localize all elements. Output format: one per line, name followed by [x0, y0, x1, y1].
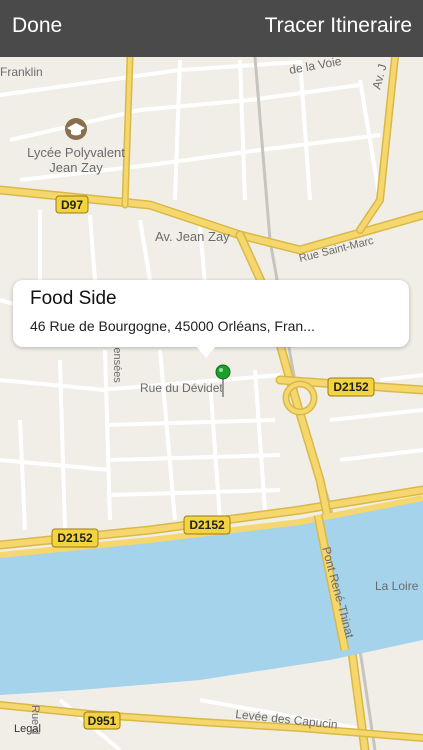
label-school-line1: Lycée Polyvalent	[27, 145, 125, 160]
shield-d2152-left: D2152	[51, 528, 99, 548]
location-callout[interactable]: Food Side 46 Rue de Bourgogne, 45000 Orl…	[13, 280, 409, 347]
svg-text:D97: D97	[61, 198, 83, 212]
map-screen: Done Tracer Itineraire Franklin de la Vo…	[0, 0, 423, 750]
callout-address: 46 Rue de Bourgogne, 45000 Orléans, Fran…	[30, 318, 315, 334]
callout-title: Food Side	[30, 288, 117, 309]
svg-text:D2152: D2152	[333, 380, 369, 394]
shield-d951: D951	[83, 711, 121, 730]
label-devidet: Rue du Dévidet	[140, 381, 223, 395]
label-jean-zay: Av. Jean Zay	[155, 229, 230, 244]
legal-link[interactable]: Legal	[14, 723, 41, 735]
shield-d2152-mid: D2152	[183, 515, 231, 535]
shield-d97: D97	[55, 195, 89, 214]
school-icon	[65, 118, 87, 140]
map-view[interactable]: Franklin de la Voie Av. J Lycée Polyvale…	[0, 57, 423, 750]
done-button[interactable]: Done	[12, 14, 62, 38]
svg-text:D951: D951	[88, 714, 117, 728]
label-loire: La Loire	[375, 579, 419, 593]
shield-d2152-right: D2152	[327, 377, 375, 397]
svg-text:D2152: D2152	[189, 518, 225, 532]
label-school-line2: Jean Zay	[49, 160, 103, 175]
callout-pointer	[195, 345, 217, 358]
route-button[interactable]: Tracer Itineraire	[265, 14, 412, 38]
svg-text:D2152: D2152	[57, 531, 93, 545]
location-pin-icon[interactable]	[214, 364, 232, 398]
label-franklin: Franklin	[0, 65, 43, 79]
navigation-bar: Done Tracer Itineraire	[0, 0, 423, 57]
